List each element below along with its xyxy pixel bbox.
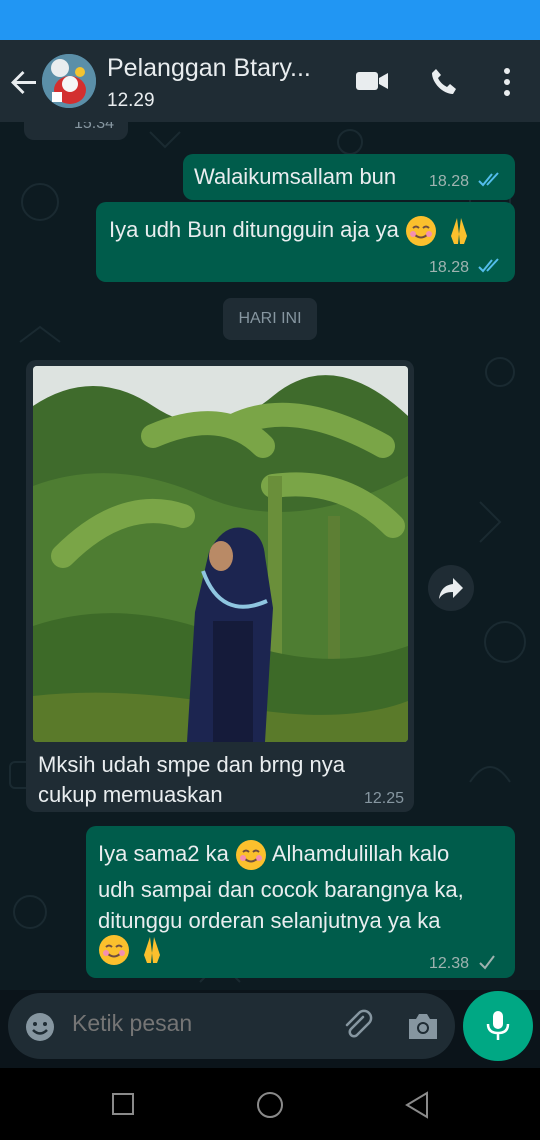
message-time: 18.28 xyxy=(429,173,470,190)
outgoing-message[interactable]: Walaikumsallam bun 18.28 xyxy=(183,154,515,200)
chat-area[interactable]: 15.34 Walaikumsallam bun 18.28 Iya udh B… xyxy=(0,122,540,990)
message-time: 12.38 xyxy=(429,955,470,972)
contact-name[interactable]: Pelanggan Btary... xyxy=(107,54,337,83)
message-line-1: Iya sama2 ka Alhamdulillah kalo xyxy=(98,838,449,871)
phone-call-icon[interactable] xyxy=(428,66,460,98)
message-line-2: udh sampai dan cocok barangnya ka, xyxy=(98,877,464,902)
forward-button[interactable] xyxy=(428,565,474,611)
caption-line-1: Mksih udah smpe dan brng nya xyxy=(38,752,345,777)
camera-icon[interactable] xyxy=(406,1011,440,1041)
recent-apps-icon[interactable] xyxy=(112,1093,134,1115)
smiling-face-emoji-icon xyxy=(99,935,129,966)
voice-message-button[interactable] xyxy=(463,991,533,1061)
sent-tick-icon xyxy=(479,955,495,970)
attach-icon[interactable] xyxy=(341,1009,375,1043)
message-time: 18.28 xyxy=(429,259,470,276)
read-receipt-icon xyxy=(478,172,499,187)
message-line-3: ditunggu orderan selanjutnya ya ka xyxy=(98,908,441,933)
system-navigation-bar xyxy=(0,1068,540,1140)
message-text-content: Iya udh Bun ditungguin aja ya xyxy=(109,217,399,242)
forward-arrow-icon xyxy=(439,578,463,599)
message-input[interactable] xyxy=(72,1010,322,1037)
date-divider: HARI INI xyxy=(223,298,317,340)
status-bar xyxy=(0,0,540,40)
emoji-picker-icon[interactable] xyxy=(24,1011,56,1043)
message-text-part: Iya sama2 ka xyxy=(98,841,229,866)
previous-message-bubble[interactable]: 15.34 xyxy=(24,122,128,140)
last-seen-time: 12.29 xyxy=(107,90,155,111)
message-text: Walaikumsallam bun xyxy=(194,164,397,189)
message-time: 12.25 xyxy=(364,790,405,807)
message-composer[interactable] xyxy=(8,993,455,1059)
video-call-icon[interactable] xyxy=(354,66,390,96)
folded-hands-emoji-icon xyxy=(144,937,161,964)
outgoing-message[interactable]: Iya udh Bun ditungguin aja ya 18.28 xyxy=(96,202,515,282)
more-options-icon[interactable] xyxy=(500,66,514,98)
back-navigation-icon[interactable] xyxy=(404,1091,430,1119)
outgoing-message[interactable]: Iya sama2 ka Alhamdulillah kalo udh samp… xyxy=(86,826,515,978)
message-photo[interactable] xyxy=(33,366,408,742)
message-text: Iya udh Bun ditungguin aja ya xyxy=(109,214,475,247)
chat-header: Pelanggan Btary... 12.29 xyxy=(0,40,540,122)
message-line-4 xyxy=(98,933,168,966)
caption-line-2: cukup memuaskan xyxy=(38,782,223,807)
read-receipt-icon xyxy=(478,258,499,273)
smiling-face-emoji-icon xyxy=(235,840,266,871)
back-arrow-icon[interactable] xyxy=(8,66,40,98)
microphone-icon xyxy=(486,1011,510,1040)
smiling-face-emoji-icon xyxy=(406,216,437,247)
home-icon[interactable] xyxy=(256,1091,284,1119)
folded-hands-emoji-icon xyxy=(451,218,468,245)
message-time: 15.34 xyxy=(74,122,115,132)
avatar[interactable] xyxy=(42,54,96,108)
message-text-part: Alhamdulillah kalo xyxy=(271,841,450,866)
